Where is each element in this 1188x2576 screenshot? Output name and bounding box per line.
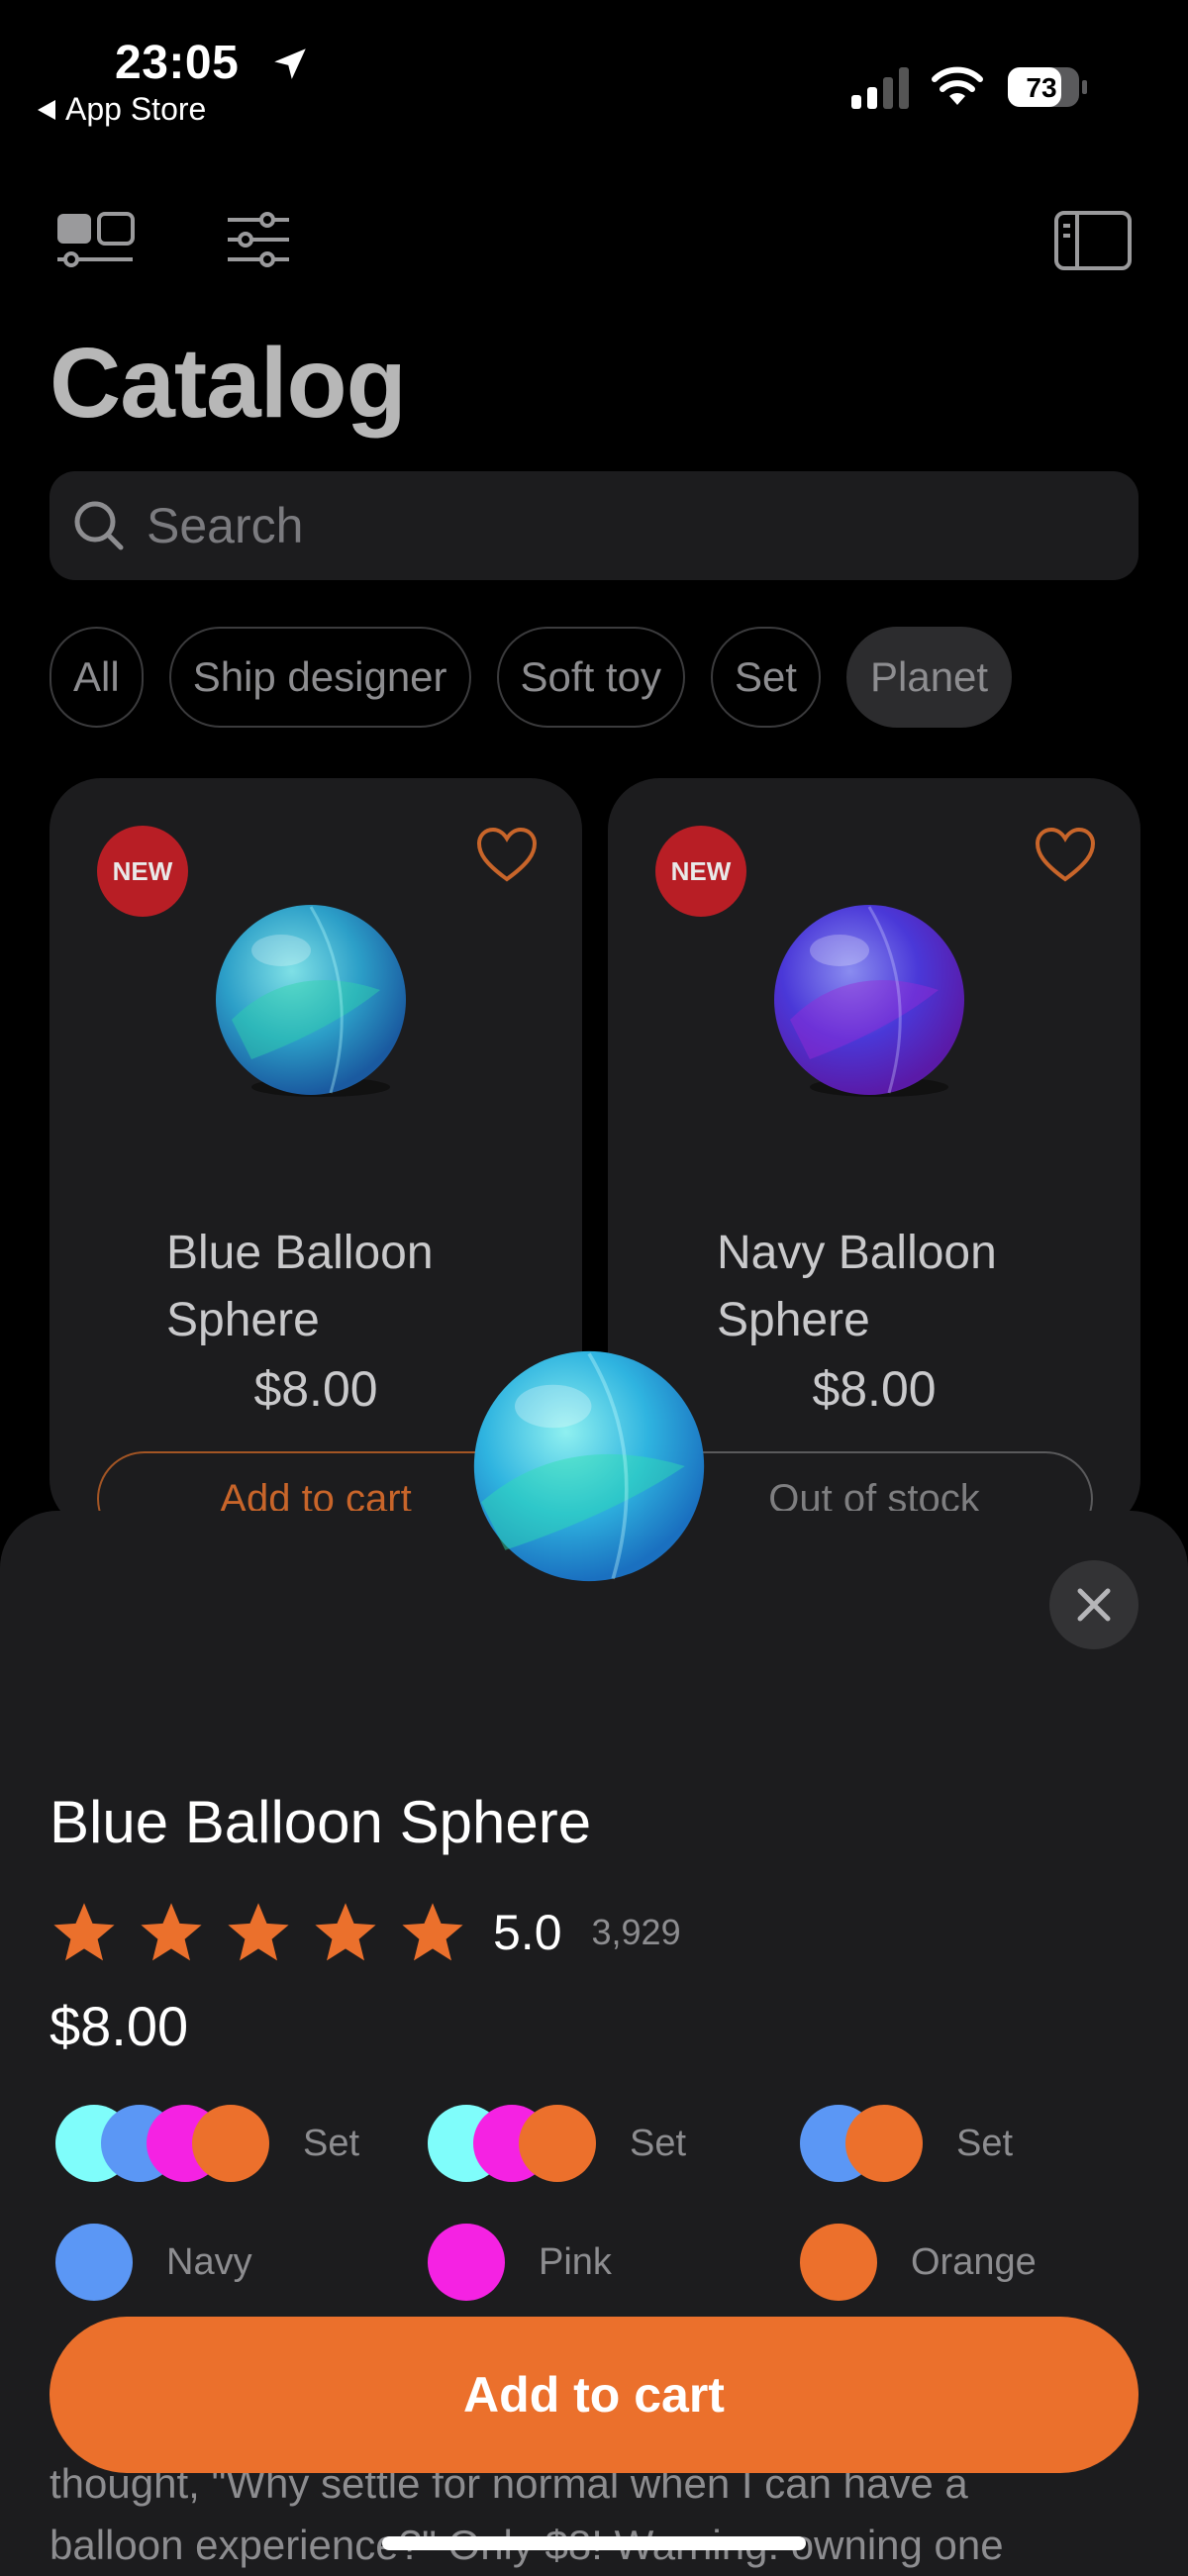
chip-soft-toy[interactable]: Soft toy [496,627,685,728]
sheet-product-title: Blue Balloon Sphere [50,1789,592,1855]
chip-all[interactable]: All [50,627,144,728]
back-triangle-icon [38,99,55,120]
variant-option[interactable]: Set [800,2105,1013,2182]
heart-icon[interactable] [475,826,539,885]
star-icon [228,1903,289,1961]
new-badge: NEW [97,826,188,917]
variant-label: Navy [166,2240,252,2283]
variant-option[interactable]: Orange [800,2224,1037,2301]
variant-option[interactable]: Set [428,2105,686,2182]
heart-icon[interactable] [1034,826,1097,885]
back-app-label: App Store [65,91,207,127]
add-to-cart-cta-button[interactable]: Add to cart [50,2317,1138,2473]
swatch [428,2224,505,2301]
swatch [845,2105,923,2182]
grid-view-icon[interactable] [53,210,137,271]
close-icon [1077,1588,1111,1622]
flying-product-image [473,1350,705,1582]
chip-planet[interactable]: Planet [845,627,1013,728]
signal-icon [851,67,909,109]
home-indicator[interactable] [382,2536,806,2550]
variant-label: Set [303,2122,360,2164]
variant-option[interactable]: Pink [428,2224,612,2301]
sheet-price: $8.00 [50,1995,189,2057]
star-icon [141,1903,202,1961]
close-button[interactable] [1049,1560,1138,1649]
variant-option[interactable]: Navy [55,2224,252,2301]
swatch [800,2224,877,2301]
swatch [519,2105,596,2182]
variant-swatches [55,2105,269,2182]
status-time: 23:05 [115,37,240,89]
variant-option[interactable]: Set [55,2105,359,2182]
variant-label: Set [956,2122,1014,2164]
swatch [55,2224,133,2301]
chip-set[interactable]: Set [710,627,821,728]
chip-ship-designer[interactable]: Ship designer [168,627,471,728]
variant-swatches [428,2105,596,2182]
rating-count: 3,929 [591,1912,681,1952]
swatch [192,2105,269,2182]
filter-icon[interactable] [224,210,293,271]
variant-label: Orange [911,2240,1037,2283]
product-name: Blue Balloon Sphere [166,1227,434,1346]
star-icon [315,1903,376,1961]
new-badge: NEW [655,826,746,917]
star-icon [53,1903,115,1961]
variant-swatches [800,2105,923,2182]
product-name: Navy Balloon Sphere [717,1227,997,1346]
variant-label: Pink [539,2240,612,2283]
rating: 5.0 3,929 [50,1899,681,1966]
search-placeholder: Search [147,498,304,553]
category-chips: All Ship designer Soft toy Set Planet [50,627,1013,728]
search-input[interactable]: Search [50,471,1138,580]
battery-icon: 73 [1006,65,1089,109]
page-title: Catalog [50,328,407,439]
location-arrow-icon [274,49,306,79]
product-image-navy-sphere [774,905,964,1097]
battery-level: 73 [1026,72,1056,103]
rating-value: 5.0 [493,1905,562,1960]
star-icon [402,1903,463,1961]
search-icon [74,501,124,550]
wifi-icon [932,66,983,105]
sidebar-icon[interactable] [1053,210,1133,271]
product-image-blue-sphere [216,905,406,1097]
back-to-app-store-link[interactable]: App Store [38,91,206,128]
variant-label: Set [630,2122,687,2164]
